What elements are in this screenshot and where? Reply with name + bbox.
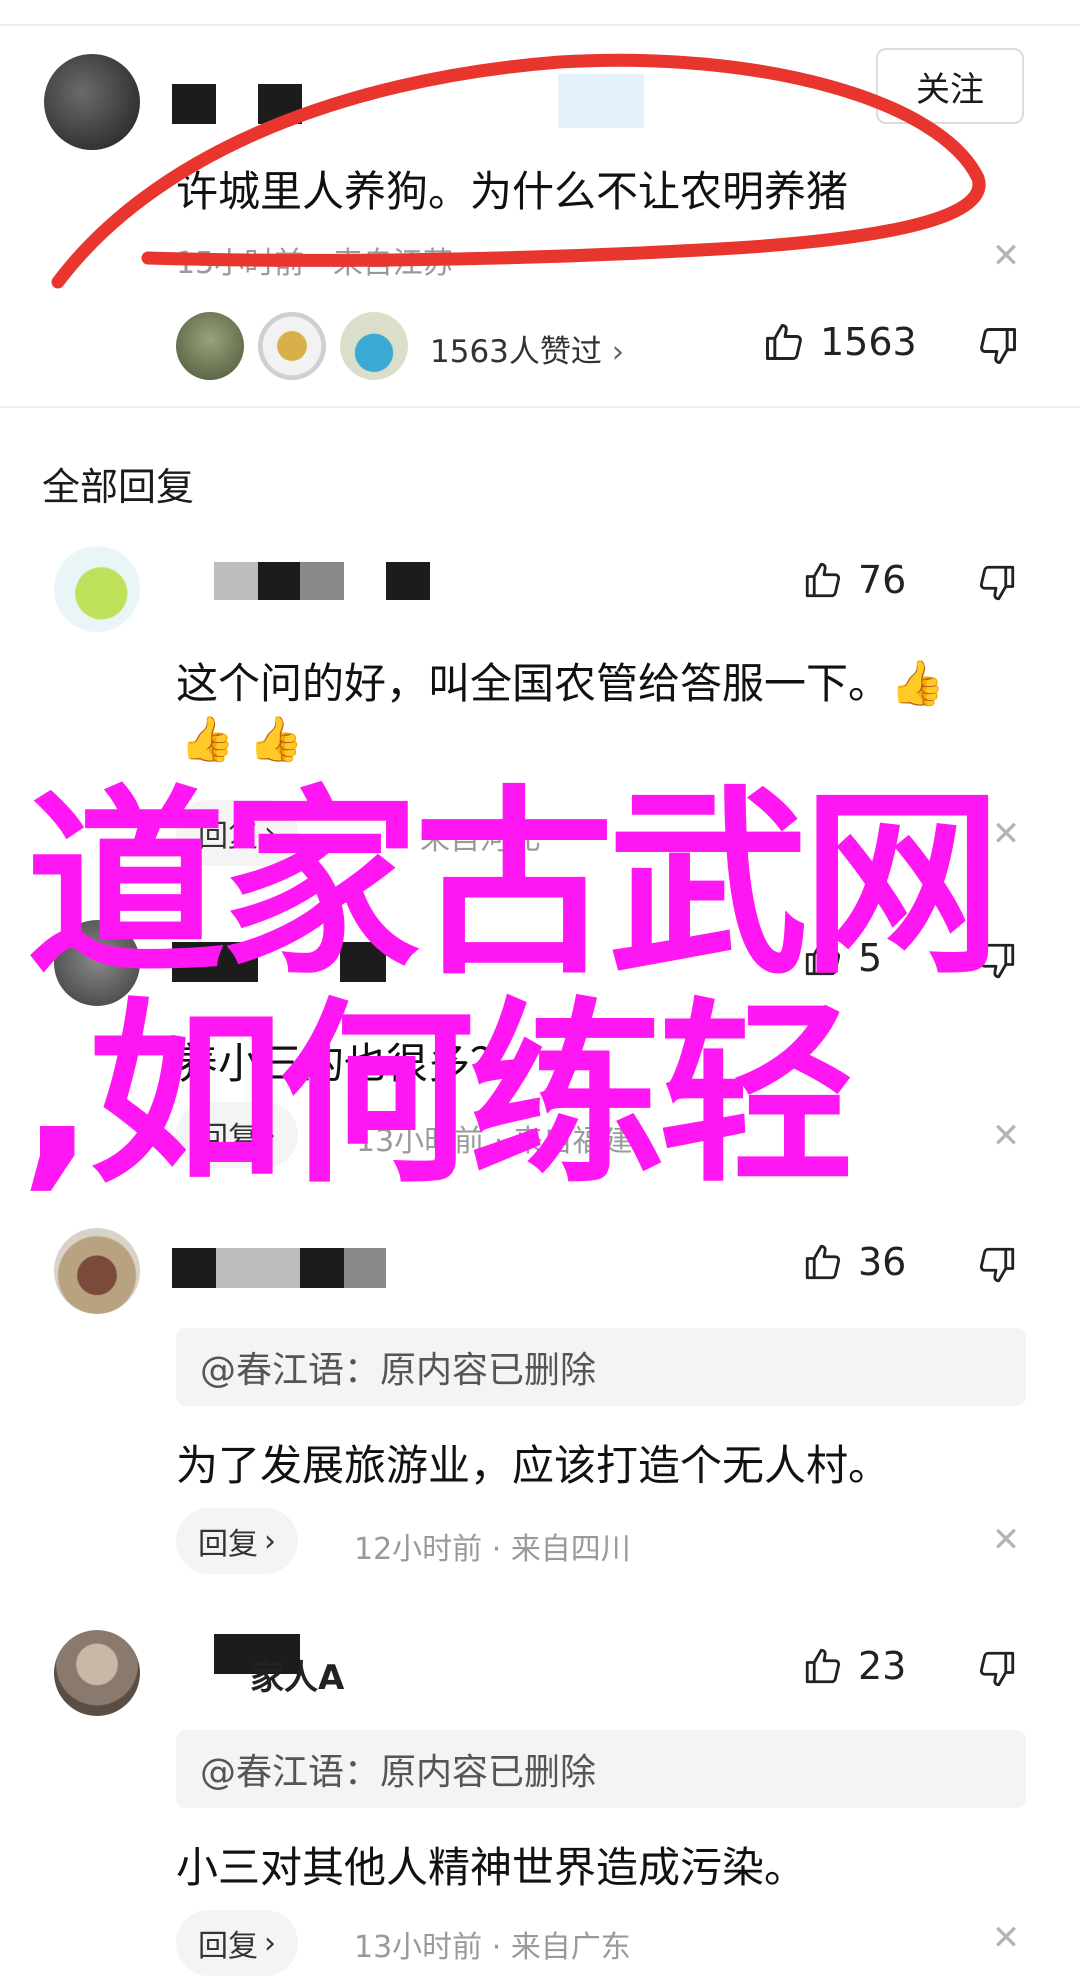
reply-location: 来自四川 xyxy=(510,1532,631,1567)
thumbs-up-emoji: 👍 xyxy=(180,714,235,765)
thumbs-up-emoji: 👍 xyxy=(248,714,304,765)
quoted-comment[interactable]: @春江语：原内容已删除 xyxy=(176,1328,1026,1406)
like-control[interactable]: 36 xyxy=(802,1240,906,1284)
liker-avatar[interactable] xyxy=(176,312,244,380)
reply-text-content: 这个问的好，叫全国农管给答服一下。 xyxy=(176,659,891,708)
like-count: 76 xyxy=(858,558,907,602)
like-count: 36 xyxy=(858,1240,907,1284)
reply-button-label: 回复 xyxy=(198,1929,258,1964)
meta-separator: · xyxy=(491,1930,511,1965)
meta-separator: · xyxy=(491,1532,511,1567)
reply-text: 小三对其他人精神世界造成污染。 xyxy=(176,1843,807,1892)
like-control[interactable]: 76 xyxy=(802,558,906,602)
emoji-row: 👍 👍 xyxy=(180,718,304,762)
red-annotation-loop xyxy=(51,53,986,289)
reply-meta: 12小时前 · 来自四川 xyxy=(354,1524,631,1568)
thumbs-down-icon[interactable] xyxy=(976,562,1018,604)
section-divider xyxy=(0,406,1080,408)
reply-button[interactable]: 回复 › xyxy=(176,1508,298,1574)
thumbs-up-icon[interactable] xyxy=(802,559,844,601)
likers-count-text: 1563人赞过 xyxy=(430,334,602,370)
section-title: 全部回复 xyxy=(42,465,195,509)
thumbs-up-emoji: 👍 xyxy=(890,658,945,709)
like-control[interactable]: 23 xyxy=(802,1644,906,1688)
reply-avatar[interactable] xyxy=(54,1630,140,1716)
close-icon[interactable]: ✕ xyxy=(986,1116,1026,1156)
overlay-headline-2: ,如何练轻 xyxy=(20,982,854,1210)
close-icon[interactable]: ✕ xyxy=(986,1918,1026,1958)
reply-button-label: 回复 xyxy=(198,1527,258,1562)
thumbs-up-icon[interactable] xyxy=(762,320,806,364)
quoted-comment[interactable]: @春江语：原内容已删除 xyxy=(176,1730,1026,1808)
reply-text: 为了发展旅游业，应该打造个无人村。 xyxy=(176,1441,891,1490)
likers-link[interactable]: 1563人赞过 › xyxy=(430,326,624,371)
reply-time: 13小时前 xyxy=(354,1930,483,1965)
username-redacted xyxy=(386,562,430,600)
thumbs-up-icon[interactable] xyxy=(802,1241,844,1283)
reply-meta: 13小时前 · 来自广东 xyxy=(354,1922,631,1966)
username-redacted xyxy=(344,1248,386,1288)
chevron-right-icon: › xyxy=(264,1925,276,1961)
username-redacted xyxy=(172,1248,216,1288)
reply-username[interactable]: 家人A xyxy=(250,1650,344,1699)
close-icon[interactable]: ✕ xyxy=(986,1520,1026,1560)
chevron-right-icon: › xyxy=(611,334,625,370)
thumbs-down-icon[interactable] xyxy=(976,1648,1018,1690)
reply-avatar[interactable] xyxy=(54,1228,140,1314)
like-count: 23 xyxy=(858,1644,907,1688)
username-redacted xyxy=(300,562,344,600)
chevron-right-icon: › xyxy=(264,1523,276,1559)
thumbs-down-icon[interactable] xyxy=(976,324,1020,368)
thumbs-down-icon[interactable] xyxy=(976,1244,1018,1286)
username-redacted xyxy=(300,1248,344,1288)
overlay-headline-1: 道家古武网 xyxy=(26,769,1002,1002)
reply-location: 来自广东 xyxy=(510,1930,631,1965)
like-count: 1563 xyxy=(820,320,917,364)
reply-text: 这个问的好，叫全国农管给答服一下。👍 xyxy=(176,650,945,711)
liker-avatar[interactable] xyxy=(258,312,326,380)
reply-avatar[interactable] xyxy=(54,546,140,632)
like-control[interactable]: 1563 xyxy=(762,320,917,364)
thumbs-up-icon[interactable] xyxy=(802,1645,844,1687)
reply-button[interactable]: 回复 › xyxy=(176,1910,298,1976)
reply-time: 12小时前 xyxy=(354,1532,483,1567)
liker-avatar[interactable] xyxy=(340,312,408,380)
